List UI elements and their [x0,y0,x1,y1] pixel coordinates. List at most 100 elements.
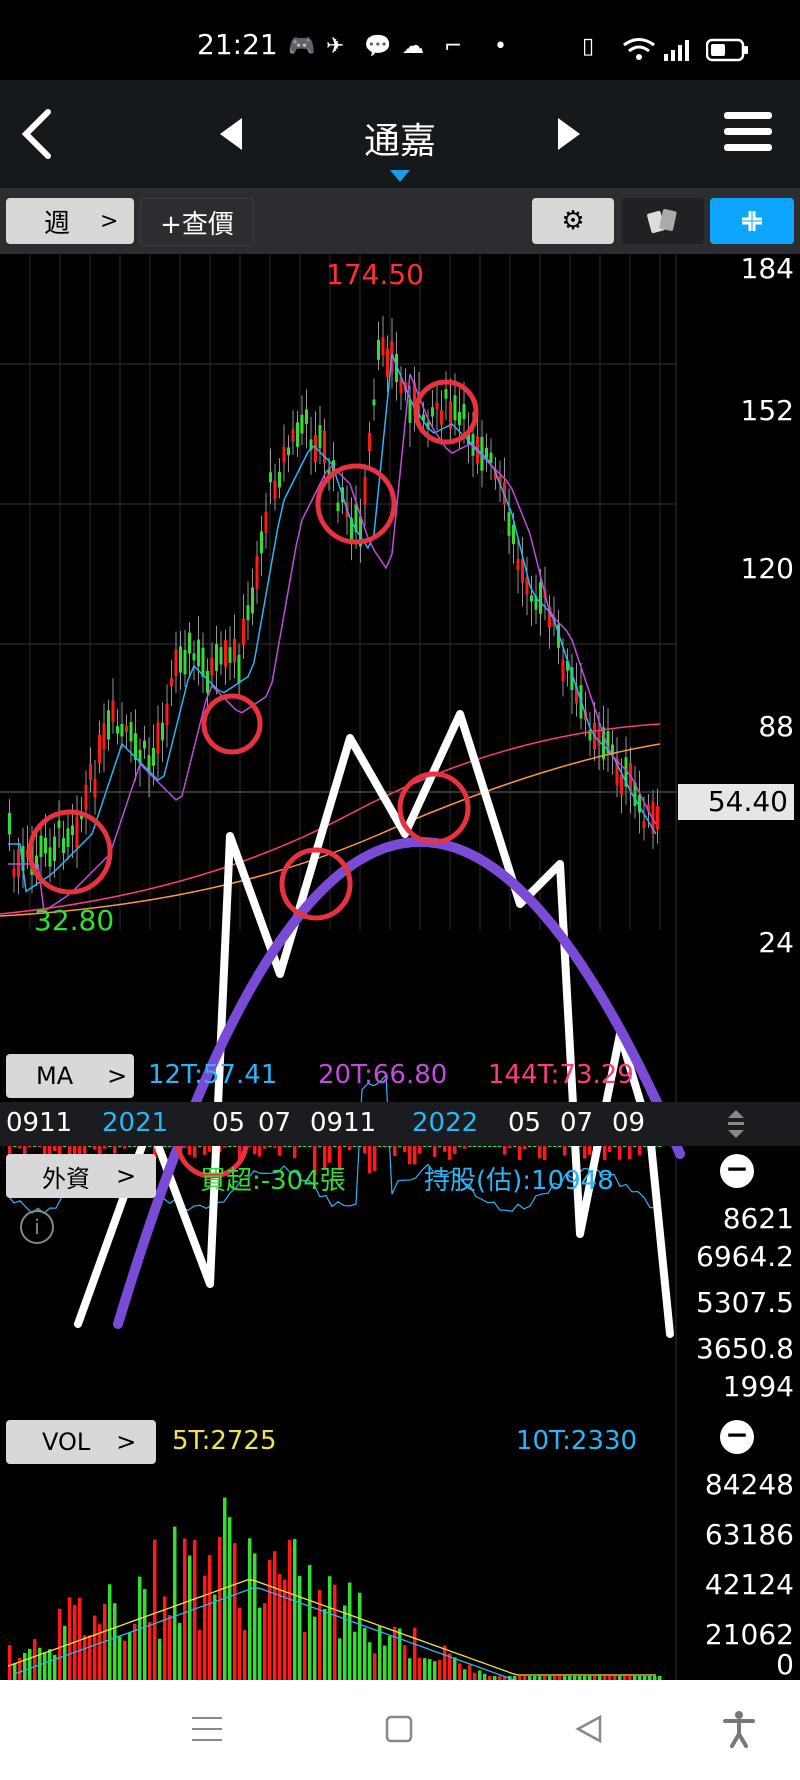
foreign-bar [503,1146,507,1155]
fullscreen-button[interactable] [710,198,794,244]
title-dropdown-icon[interactable] [390,170,410,182]
volume-bar [388,1635,392,1680]
candle [183,649,187,675]
foreign-bar [413,1146,417,1165]
candle [408,399,412,423]
quote-button[interactable]: +查價 [140,198,254,246]
ma-button[interactable]: MA > [6,1054,134,1098]
gear-icon: ⚙ [561,206,585,236]
info-icon[interactable]: i [20,1210,54,1244]
volume-bar [228,1517,232,1680]
volume-bar [118,1636,122,1680]
menu-icon[interactable] [724,108,772,156]
volume-bar [128,1632,132,1680]
home-square-icon[interactable] [384,1714,414,1744]
volume-bar [83,1635,87,1680]
foreign-bar [263,1146,267,1149]
vol5-value: 5T:2725 [172,1426,277,1456]
overlay-toggle-button[interactable] [622,198,704,244]
candle [251,587,254,614]
back-triangle-icon[interactable] [574,1714,604,1744]
candle [237,654,241,684]
candle [71,825,74,836]
foreign-bar [583,1146,587,1159]
foreign-bar [538,1146,542,1159]
volume-bar [208,1555,212,1680]
volume-bar [23,1652,27,1680]
foreign-bar [183,1146,187,1148]
candle [462,404,466,419]
vol-button-label: VOL [42,1428,91,1456]
next-stock-icon[interactable] [556,116,582,152]
candle [642,820,646,828]
volume-bar [173,1526,177,1680]
y-axis-label: 152 [740,394,794,427]
candle [296,422,299,447]
dot-icon: • [494,34,507,59]
candle [381,337,385,356]
ma12-value: 12T:57.41 [148,1060,278,1090]
foreign-investor-button[interactable]: 外資 > [6,1154,156,1198]
foreign-bar [93,1146,97,1150]
volume-bar [218,1536,222,1680]
volume-bar [373,1653,377,1680]
candle [458,412,461,426]
collapse-volume-button[interactable]: − [720,1420,754,1454]
volume-bar [478,1670,482,1680]
candle [287,447,290,455]
candle [512,524,515,545]
candle [597,731,601,746]
candle [242,618,245,645]
stock-chart[interactable] [0,254,800,1680]
back-icon[interactable] [18,108,54,160]
x-axis-label: 07 [560,1108,594,1138]
candle [219,647,223,665]
volume-bar [348,1582,352,1680]
foreign-bar [348,1146,352,1151]
annotation-circle [397,771,471,845]
prev-stock-icon[interactable] [218,116,244,152]
settings-button[interactable]: ⚙ [532,198,614,244]
foreign-bar [208,1146,212,1152]
volume-bar [338,1638,342,1680]
candle [372,399,376,406]
volume-bar [243,1629,247,1680]
volume-bar [398,1628,402,1680]
foreign-holding-value: 持股(估):10948 [424,1166,614,1196]
foreign-axis-label: 5307.5 [696,1286,794,1319]
volume-bar [368,1642,372,1680]
candle [273,480,277,500]
candle [260,531,263,554]
accessibility-icon[interactable] [722,1710,756,1748]
candle [197,639,200,667]
volume-bar [268,1559,272,1680]
foreign-bar [278,1146,282,1156]
foreign-bar [248,1146,252,1148]
foreign-bar [113,1146,117,1154]
chart-area: 174.50 32.80 54.40 184 152 120 88 24 MA … [0,252,800,1681]
candle [53,836,56,861]
candle [264,512,268,533]
volume-bar [178,1622,182,1680]
resize-handle-icon[interactable] [724,1106,748,1142]
candle [111,700,115,722]
candle [66,828,70,847]
foreign-bar [368,1146,372,1174]
candle [174,649,178,677]
volume-bar [108,1584,112,1680]
foreign-bar [628,1146,632,1160]
stock-title[interactable]: 通嘉 [340,112,460,164]
volume-button[interactable]: VOL > [6,1420,156,1464]
discord-icon: 🎮 [288,34,316,59]
foreign-axis-label: 1994 [722,1370,794,1403]
collapse-foreign-button[interactable]: − [720,1154,754,1188]
period-button[interactable]: 週 > [6,198,134,244]
volume-bar [28,1648,32,1680]
candle [336,502,340,512]
volume-bar [393,1626,397,1680]
fullscreen-icon [742,211,762,231]
period-label: 週 [44,208,71,239]
menu-icon[interactable] [192,1714,224,1744]
volume-bar [418,1657,422,1680]
vibrate-icon: ▯ [582,34,595,59]
